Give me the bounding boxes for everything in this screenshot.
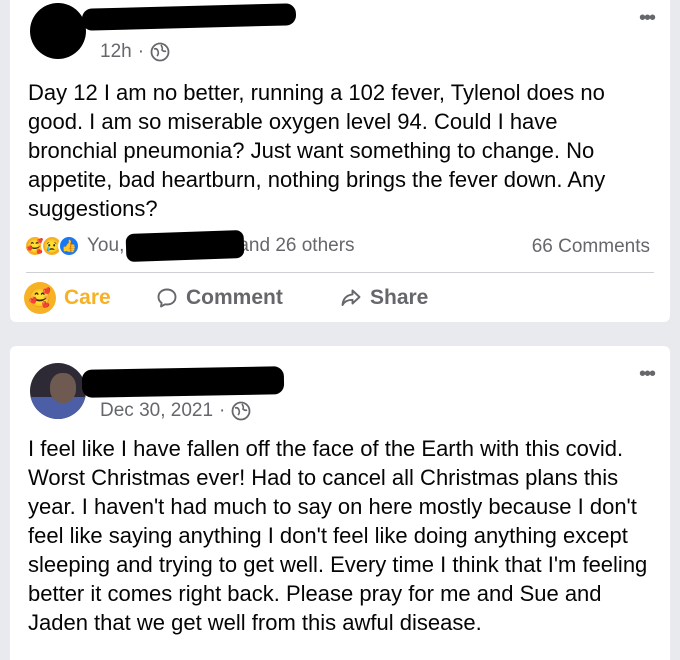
post-card: Dec 30, 2021 · ••• I feel like I have fa…	[10, 346, 670, 660]
post-meta: Dec 30, 2021 ·	[100, 400, 251, 422]
action-bar: 🥰 Care Comment Share	[10, 278, 670, 318]
post-meta: 12h ·	[100, 41, 170, 63]
meta-separator: ·	[219, 400, 226, 421]
reactions-summary[interactable]: 🥰 😢 👍 You, and 26 others	[24, 229, 355, 263]
share-label: Share	[370, 286, 429, 309]
avatar-photo-face	[50, 373, 76, 403]
care-label: Care	[64, 286, 111, 309]
redacted-author-name	[81, 3, 297, 31]
post-text: I feel like I have fallen off the face o…	[28, 436, 648, 635]
comments-count[interactable]: 66 Comments	[532, 236, 650, 258]
post-timestamp[interactable]: Dec 30, 2021	[100, 400, 213, 422]
share-icon	[341, 289, 361, 306]
post-timestamp[interactable]: 12h	[100, 41, 132, 63]
post-text: Day 12 I am no better, running a 102 fev…	[28, 80, 606, 221]
globe-icon	[150, 42, 170, 62]
more-options-icon[interactable]: •••	[639, 8, 656, 28]
avatar[interactable]	[30, 3, 86, 59]
divider	[26, 272, 654, 273]
share-button[interactable]: Share	[340, 286, 428, 310]
comment-icon	[157, 288, 177, 308]
comment-button[interactable]: Comment	[156, 286, 283, 310]
reaction-icons: 🥰 😢 👍	[24, 235, 80, 257]
care-button[interactable]: 🥰 Care	[24, 282, 111, 314]
reactions-prefix: You,	[87, 235, 125, 256]
like-icon: 👍	[58, 235, 80, 257]
reactions-suffix: and 26 others	[238, 235, 355, 256]
redacted-author-name	[81, 366, 285, 398]
globe-icon	[231, 401, 251, 421]
redacted-name	[125, 229, 245, 263]
avatar[interactable]	[30, 363, 86, 419]
post-card: 12h · ••• Day 12 I am no better, running…	[10, 0, 670, 322]
care-emoji-icon: 🥰	[24, 282, 56, 314]
meta-separator: ·	[137, 41, 145, 62]
more-options-icon[interactable]: •••	[639, 364, 656, 384]
comment-label: Comment	[186, 286, 283, 309]
